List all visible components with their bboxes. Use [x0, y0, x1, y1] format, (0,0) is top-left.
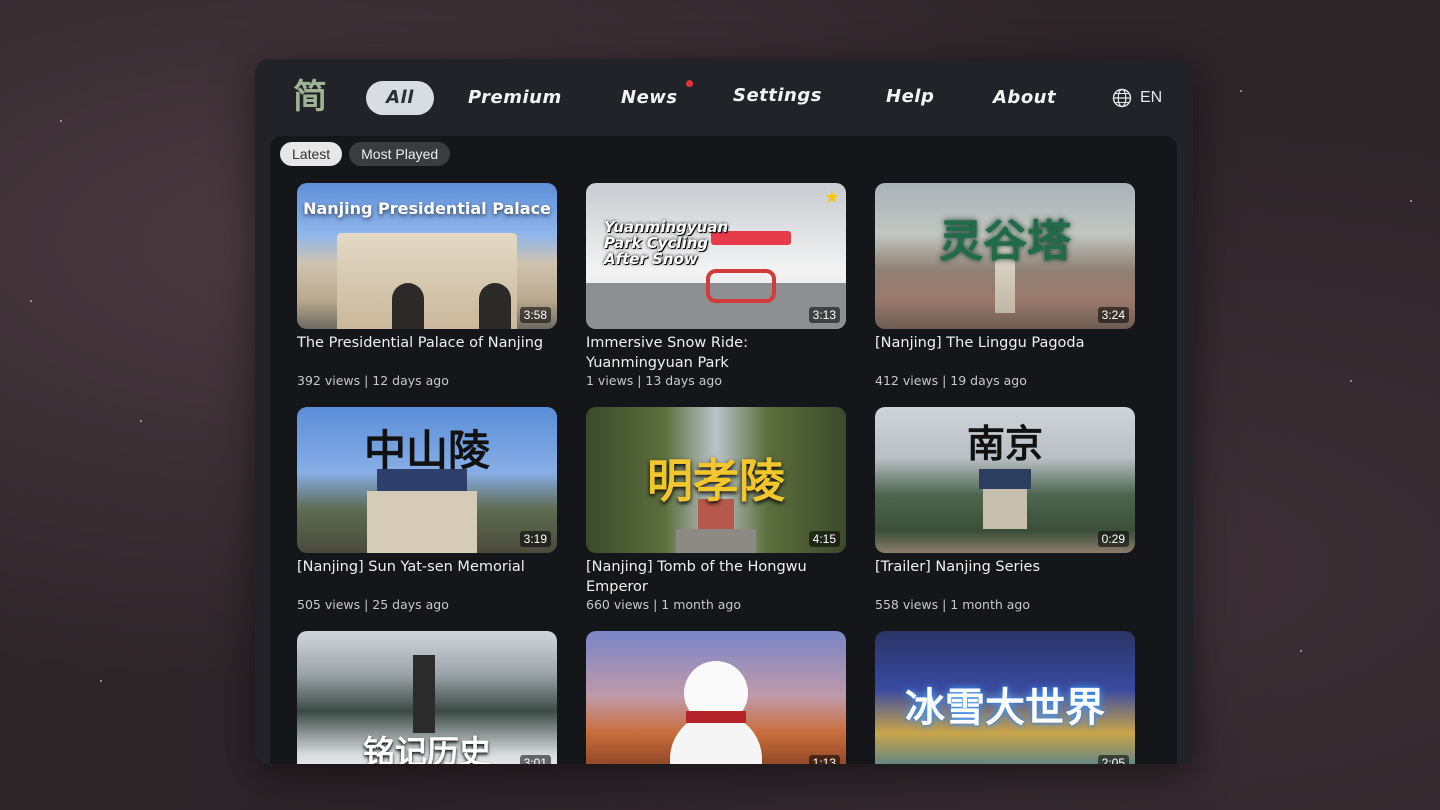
video-duration: 3:24: [1097, 307, 1129, 323]
video-meta: 660 views | 1 month ago: [586, 597, 741, 612]
top-nav-bar: 简 All Premium News Settings Help About E…: [255, 59, 1193, 137]
video-title[interactable]: [Nanjing] The Linggu Pagoda: [875, 333, 1137, 353]
video-duration: 1:13: [808, 755, 840, 764]
globe-icon: [1112, 88, 1132, 108]
thumbnail-caption: 南京: [966, 421, 1043, 466]
video-thumbnail[interactable]: 铭记历史 3:01: [297, 631, 557, 764]
star-icon: ★: [823, 187, 840, 208]
video-thumbnail[interactable]: 冰雪大世界 2:05: [875, 631, 1135, 764]
video-thumbnail[interactable]: 灵谷塔 3:24: [875, 183, 1135, 329]
video-card[interactable]: 冰雪大世界 2:05: [875, 631, 1135, 764]
video-card[interactable]: 1:13: [586, 631, 846, 764]
video-thumbnail[interactable]: 南京 0:29: [875, 407, 1135, 553]
video-card[interactable]: 南京 0:29 [Trailer] Nanjing Series 558 vie…: [875, 407, 1135, 617]
video-title[interactable]: [Nanjing] Sun Yat-sen Memorial: [297, 557, 559, 577]
nav-premium[interactable]: Premium: [468, 81, 562, 115]
video-card[interactable]: Nanjing Presidential Palace 3:58 The Pre…: [297, 183, 557, 393]
thumbnail-caption: 中山陵: [363, 426, 490, 475]
video-thumbnail[interactable]: 1:13: [586, 631, 846, 764]
video-title[interactable]: [Trailer] Nanjing Series: [875, 557, 1137, 577]
nav-all[interactable]: All: [366, 81, 434, 115]
video-card[interactable]: Yuanmingyuan Park Cycling After Snow ★ 3…: [586, 183, 846, 393]
video-duration: 3:58: [519, 307, 551, 323]
video-duration: 2:05: [1097, 755, 1129, 764]
video-card[interactable]: 铭记历史 3:01: [297, 631, 557, 764]
video-content-area[interactable]: Latest Most Played Nanjing Presidential …: [270, 136, 1177, 764]
video-card[interactable]: 中山陵 3:19 [Nanjing] Sun Yat-sen Memorial …: [297, 407, 557, 617]
language-label: EN: [1140, 89, 1163, 106]
video-title[interactable]: [Nanjing] Tomb of the Hongwu Emperor: [586, 557, 848, 597]
video-meta: 1 views | 13 days ago: [586, 373, 722, 388]
nav-settings[interactable]: Settings: [733, 79, 822, 113]
app-panel: 简 All Premium News Settings Help About E…: [255, 59, 1193, 764]
thumbnail-caption: 明孝陵: [647, 454, 785, 508]
video-duration: 3:19: [519, 531, 551, 547]
video-thumbnail[interactable]: Yuanmingyuan Park Cycling After Snow ★ 3…: [586, 183, 846, 329]
video-thumbnail[interactable]: 中山陵 3:19: [297, 407, 557, 553]
video-card[interactable]: 明孝陵 4:15 [Nanjing] Tomb of the Hongwu Em…: [586, 407, 846, 617]
video-meta: 392 views | 12 days ago: [297, 373, 449, 388]
nav-about[interactable]: About: [993, 81, 1056, 115]
language-selector[interactable]: EN: [1112, 86, 1162, 110]
video-thumbnail[interactable]: 明孝陵 4:15: [586, 407, 846, 553]
video-title[interactable]: The Presidential Palace of Nanjing: [297, 333, 559, 353]
video-title[interactable]: Immersive Snow Ride: Yuanmingyuan Park: [586, 333, 848, 373]
video-meta: 412 views | 19 days ago: [875, 373, 1027, 388]
video-duration: 3:01: [519, 755, 551, 764]
thumbnail-caption: 灵谷塔: [939, 216, 1071, 267]
video-meta: 505 views | 25 days ago: [297, 597, 449, 612]
thumbnail-caption: 铭记历史: [362, 733, 491, 764]
video-duration: 3:13: [808, 307, 840, 323]
video-card[interactable]: 灵谷塔 3:24 [Nanjing] The Linggu Pagoda 412…: [875, 183, 1135, 393]
thumbnail-caption: 冰雪大世界: [905, 685, 1105, 731]
nav-news[interactable]: News: [621, 81, 678, 115]
video-duration: 4:15: [808, 531, 840, 547]
nav-help[interactable]: Help: [886, 80, 934, 114]
chip-most-played[interactable]: Most Played: [349, 142, 451, 166]
video-duration: 0:29: [1097, 531, 1129, 547]
chip-latest[interactable]: Latest: [280, 142, 343, 166]
thumbnail-caption: Nanjing Presidential Palace: [303, 199, 551, 218]
thumbnail-caption: Yuanmingyuan Park Cycling After Snow: [604, 218, 729, 268]
video-meta: 558 views | 1 month ago: [875, 597, 1030, 612]
filter-chips: Latest Most Played: [280, 142, 451, 166]
news-notification-dot: [686, 80, 693, 87]
app-logo[interactable]: 简: [291, 77, 329, 117]
video-thumbnail[interactable]: Nanjing Presidential Palace 3:58: [297, 183, 557, 329]
